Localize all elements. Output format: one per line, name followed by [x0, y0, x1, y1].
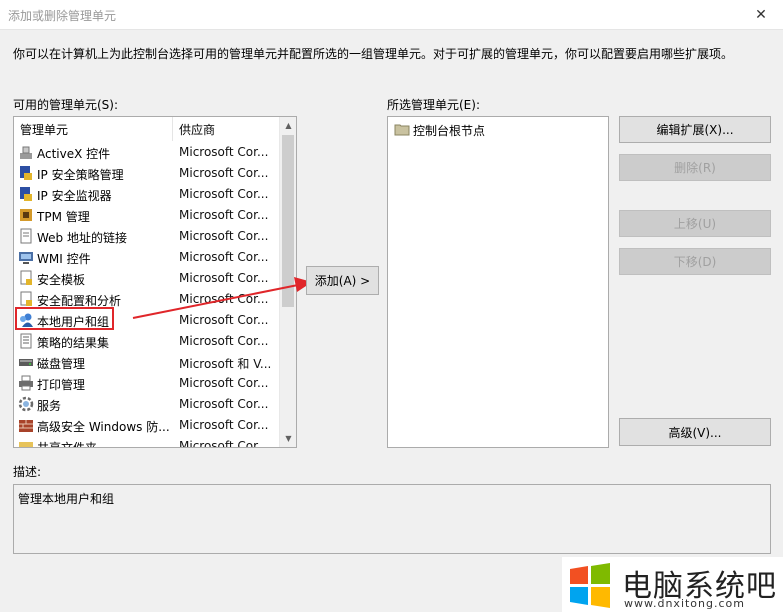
tpm-icon: [18, 207, 34, 223]
available-snapins-list[interactable]: 管理单元 供应商 ActiveX 控件 Microsoft Cor... IP …: [13, 116, 297, 448]
scroll-thumb[interactable]: [282, 135, 294, 307]
close-icon: ✕: [755, 7, 767, 23]
list-item[interactable]: WMI 控件 Microsoft Cor...: [14, 247, 279, 268]
list-item[interactable]: IP 安全策略管理 Microsoft Cor...: [14, 163, 279, 184]
move-up-button[interactable]: 上移(U): [619, 210, 771, 237]
print-management-icon: [18, 375, 34, 391]
list-item[interactable]: 安全配置和分析 Microsoft Cor...: [14, 289, 279, 310]
advanced-button[interactable]: 高级(V)...: [619, 418, 771, 446]
security-config-icon: [18, 291, 34, 307]
web-link-icon: [18, 228, 34, 244]
list-item[interactable]: ActiveX 控件 Microsoft Cor...: [14, 142, 279, 163]
window-title: 添加或删除管理单元: [8, 9, 117, 23]
list-item[interactable]: 磁盘管理 Microsoft 和 V...: [14, 352, 279, 373]
title-bar: 添加或删除管理单元 ✕: [0, 0, 783, 30]
ip-security-policy-icon: [18, 165, 34, 181]
activex-icon: [18, 144, 34, 160]
disk-management-icon: [18, 354, 34, 370]
shared-folder-icon: [18, 438, 34, 447]
policy-result-icon: [18, 333, 34, 349]
snapin-rows: ActiveX 控件 Microsoft Cor... IP 安全策略管理 Mi…: [14, 142, 279, 447]
scroll-up-arrow-icon[interactable]: ▲: [280, 117, 296, 134]
move-down-button[interactable]: 下移(D): [619, 248, 771, 275]
column-separator[interactable]: [172, 117, 173, 141]
list-item[interactable]: 安全模板 Microsoft Cor...: [14, 268, 279, 289]
description-box: 管理本地用户和组: [13, 484, 771, 554]
security-template-icon: [18, 270, 34, 286]
folder-icon: [394, 121, 410, 137]
list-item[interactable]: 服务 Microsoft Cor...: [14, 394, 279, 415]
firewall-icon: [18, 417, 34, 433]
ip-security-monitor-icon: [18, 186, 34, 202]
local-users-icon: [18, 312, 34, 328]
list-item[interactable]: IP 安全监视器 Microsoft Cor...: [14, 184, 279, 205]
windows-logo-icon: [570, 563, 610, 608]
intro-text: 你可以在计算机上为此控制台选择可用的管理单元并配置所选的一组管理单元。对于可扩展…: [13, 47, 734, 61]
watermark: 电脑系统吧 www.dnxitong.com: [562, 557, 783, 612]
wmi-icon: [18, 249, 34, 265]
watermark-url: www.dnxitong.com: [624, 597, 745, 610]
available-snapins-label: 可用的管理单元(S):: [13, 98, 119, 112]
close-button[interactable]: ✕: [739, 0, 783, 30]
list-item[interactable]: Web 地址的链接 Microsoft Cor...: [14, 226, 279, 247]
selected-snapins-label: 所选管理单元(E):: [387, 98, 480, 112]
edit-extensions-button[interactable]: 编辑扩展(X)...: [619, 116, 771, 143]
list-item[interactable]: TPM 管理 Microsoft Cor...: [14, 205, 279, 226]
column-header-name[interactable]: 管理单元: [20, 121, 68, 138]
list-item[interactable]: 打印管理 Microsoft Cor...: [14, 373, 279, 394]
remove-button[interactable]: 删除(R): [619, 154, 771, 181]
column-header-vendor[interactable]: 供应商: [179, 121, 215, 138]
vertical-scrollbar[interactable]: ▲ ▼: [279, 117, 296, 447]
list-item[interactable]: 策略的结果集 Microsoft Cor...: [14, 331, 279, 352]
scroll-down-arrow-icon[interactable]: ▼: [280, 430, 296, 447]
list-header: 管理单元 供应商: [14, 117, 279, 141]
add-button[interactable]: 添加(A) >: [306, 266, 379, 295]
description-label: 描述:: [13, 465, 42, 479]
description-text: 管理本地用户和组: [18, 492, 115, 506]
selected-snapins-list[interactable]: 控制台根节点: [387, 116, 609, 448]
list-item[interactable]: 本地用户和组 Microsoft Cor...: [14, 310, 279, 331]
list-item[interactable]: 共享文件夹 Microsoft Cor...: [14, 436, 279, 447]
list-item[interactable]: 高级安全 Windows 防... Microsoft Cor...: [14, 415, 279, 436]
services-gear-icon: [18, 396, 34, 412]
